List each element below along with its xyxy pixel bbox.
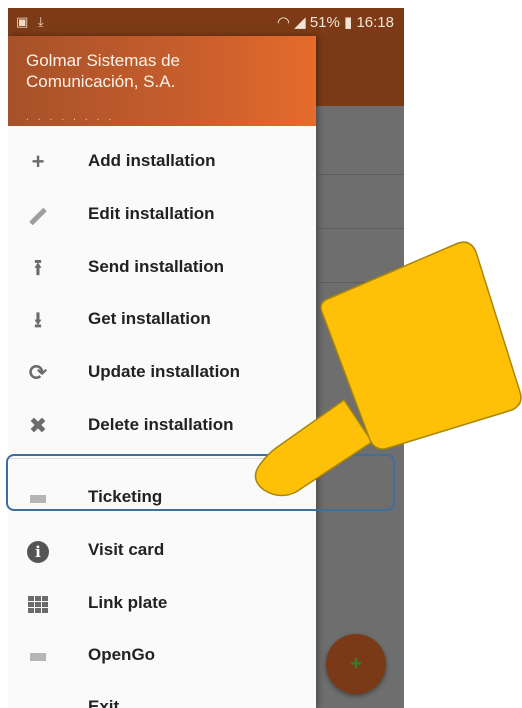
menu-item-delete-installation[interactable]: ✖ Delete installation [8,400,316,452]
close-icon: ✖ [28,413,48,438]
menu-item-label: Edit installation [88,204,215,223]
phone-screen: + ▣ ⤓ ◠ ◢ 51% ▮ 16:18 Golmar Sistemas de… [8,8,404,708]
menu-item-add-installation[interactable]: + Add installation [8,136,316,188]
download-icon: ⤓ [37,14,44,29]
image-icon: ▣ [16,14,29,29]
battery-icon: ▮ [344,14,353,31]
pencil-icon [22,201,54,229]
menu-item-send-installation[interactable]: ⭱ Send installation [8,242,316,294]
menu-item-get-installation[interactable]: ⭳ Get installation [8,294,316,346]
menu-item-label: Delete installation [88,415,234,434]
background-divider [318,174,404,175]
menu-item-opengo[interactable]: OpenGo [8,630,316,682]
wifi-icon: ◠ [276,14,290,31]
grid-icon [22,590,54,618]
menu-item-visit-card[interactable]: i Visit card [8,525,316,577]
add-fab-button[interactable]: + [326,634,386,694]
upload-icon: ⭱ [34,255,42,280]
status-right: ◠ ◢ 51% ▮ 16:18 [277,13,394,31]
download-icon: ⭳ [34,307,42,332]
menu-item-label: Add installation [88,151,216,170]
plus-icon: + [31,149,45,174]
menu-item-update-installation[interactable]: ⟳ Update installation [8,347,316,399]
menu-item-label: Update installation [88,362,241,381]
company-name: Golmar Sistemas de Comunicación, S.A. [26,51,180,91]
menu-item-label: Exit [88,697,120,708]
drawer-header: Golmar Sistemas de Comunicación, S.A. ..… [8,36,316,126]
menu-item-label: Visit card [88,540,165,559]
highlight-outline [6,454,395,511]
plus-icon: + [350,653,362,675]
battery-percent: 51% [309,14,340,31]
menu-item-link-plate[interactable]: Link plate [8,578,316,630]
menu-item-label: Send installation [88,257,225,276]
signal-icon: ◢ [294,14,306,31]
refresh-icon: ⟳ [28,360,48,385]
opengo-icon [22,642,54,670]
clock: 16:18 [356,14,394,31]
menu-item-edit-installation[interactable]: Edit installation [8,189,316,241]
background-divider [318,282,404,283]
exit-icon [22,694,54,708]
status-bar: ▣ ⤓ ◠ ◢ 51% ▮ 16:18 [8,8,404,36]
status-left-icons: ▣ ⤓ [16,14,50,30]
info-icon: i [22,537,54,565]
navigation-drawer: Golmar Sistemas de Comunicación, S.A. ..… [8,36,316,708]
menu-item-exit[interactable]: Exit [8,682,316,708]
menu-item-label: Get installation [88,309,211,328]
menu-item-label: OpenGo [88,645,156,664]
background-divider [318,228,404,229]
menu-item-label: Link plate [88,593,168,612]
header-subtitle-dots: ........ [26,112,121,123]
